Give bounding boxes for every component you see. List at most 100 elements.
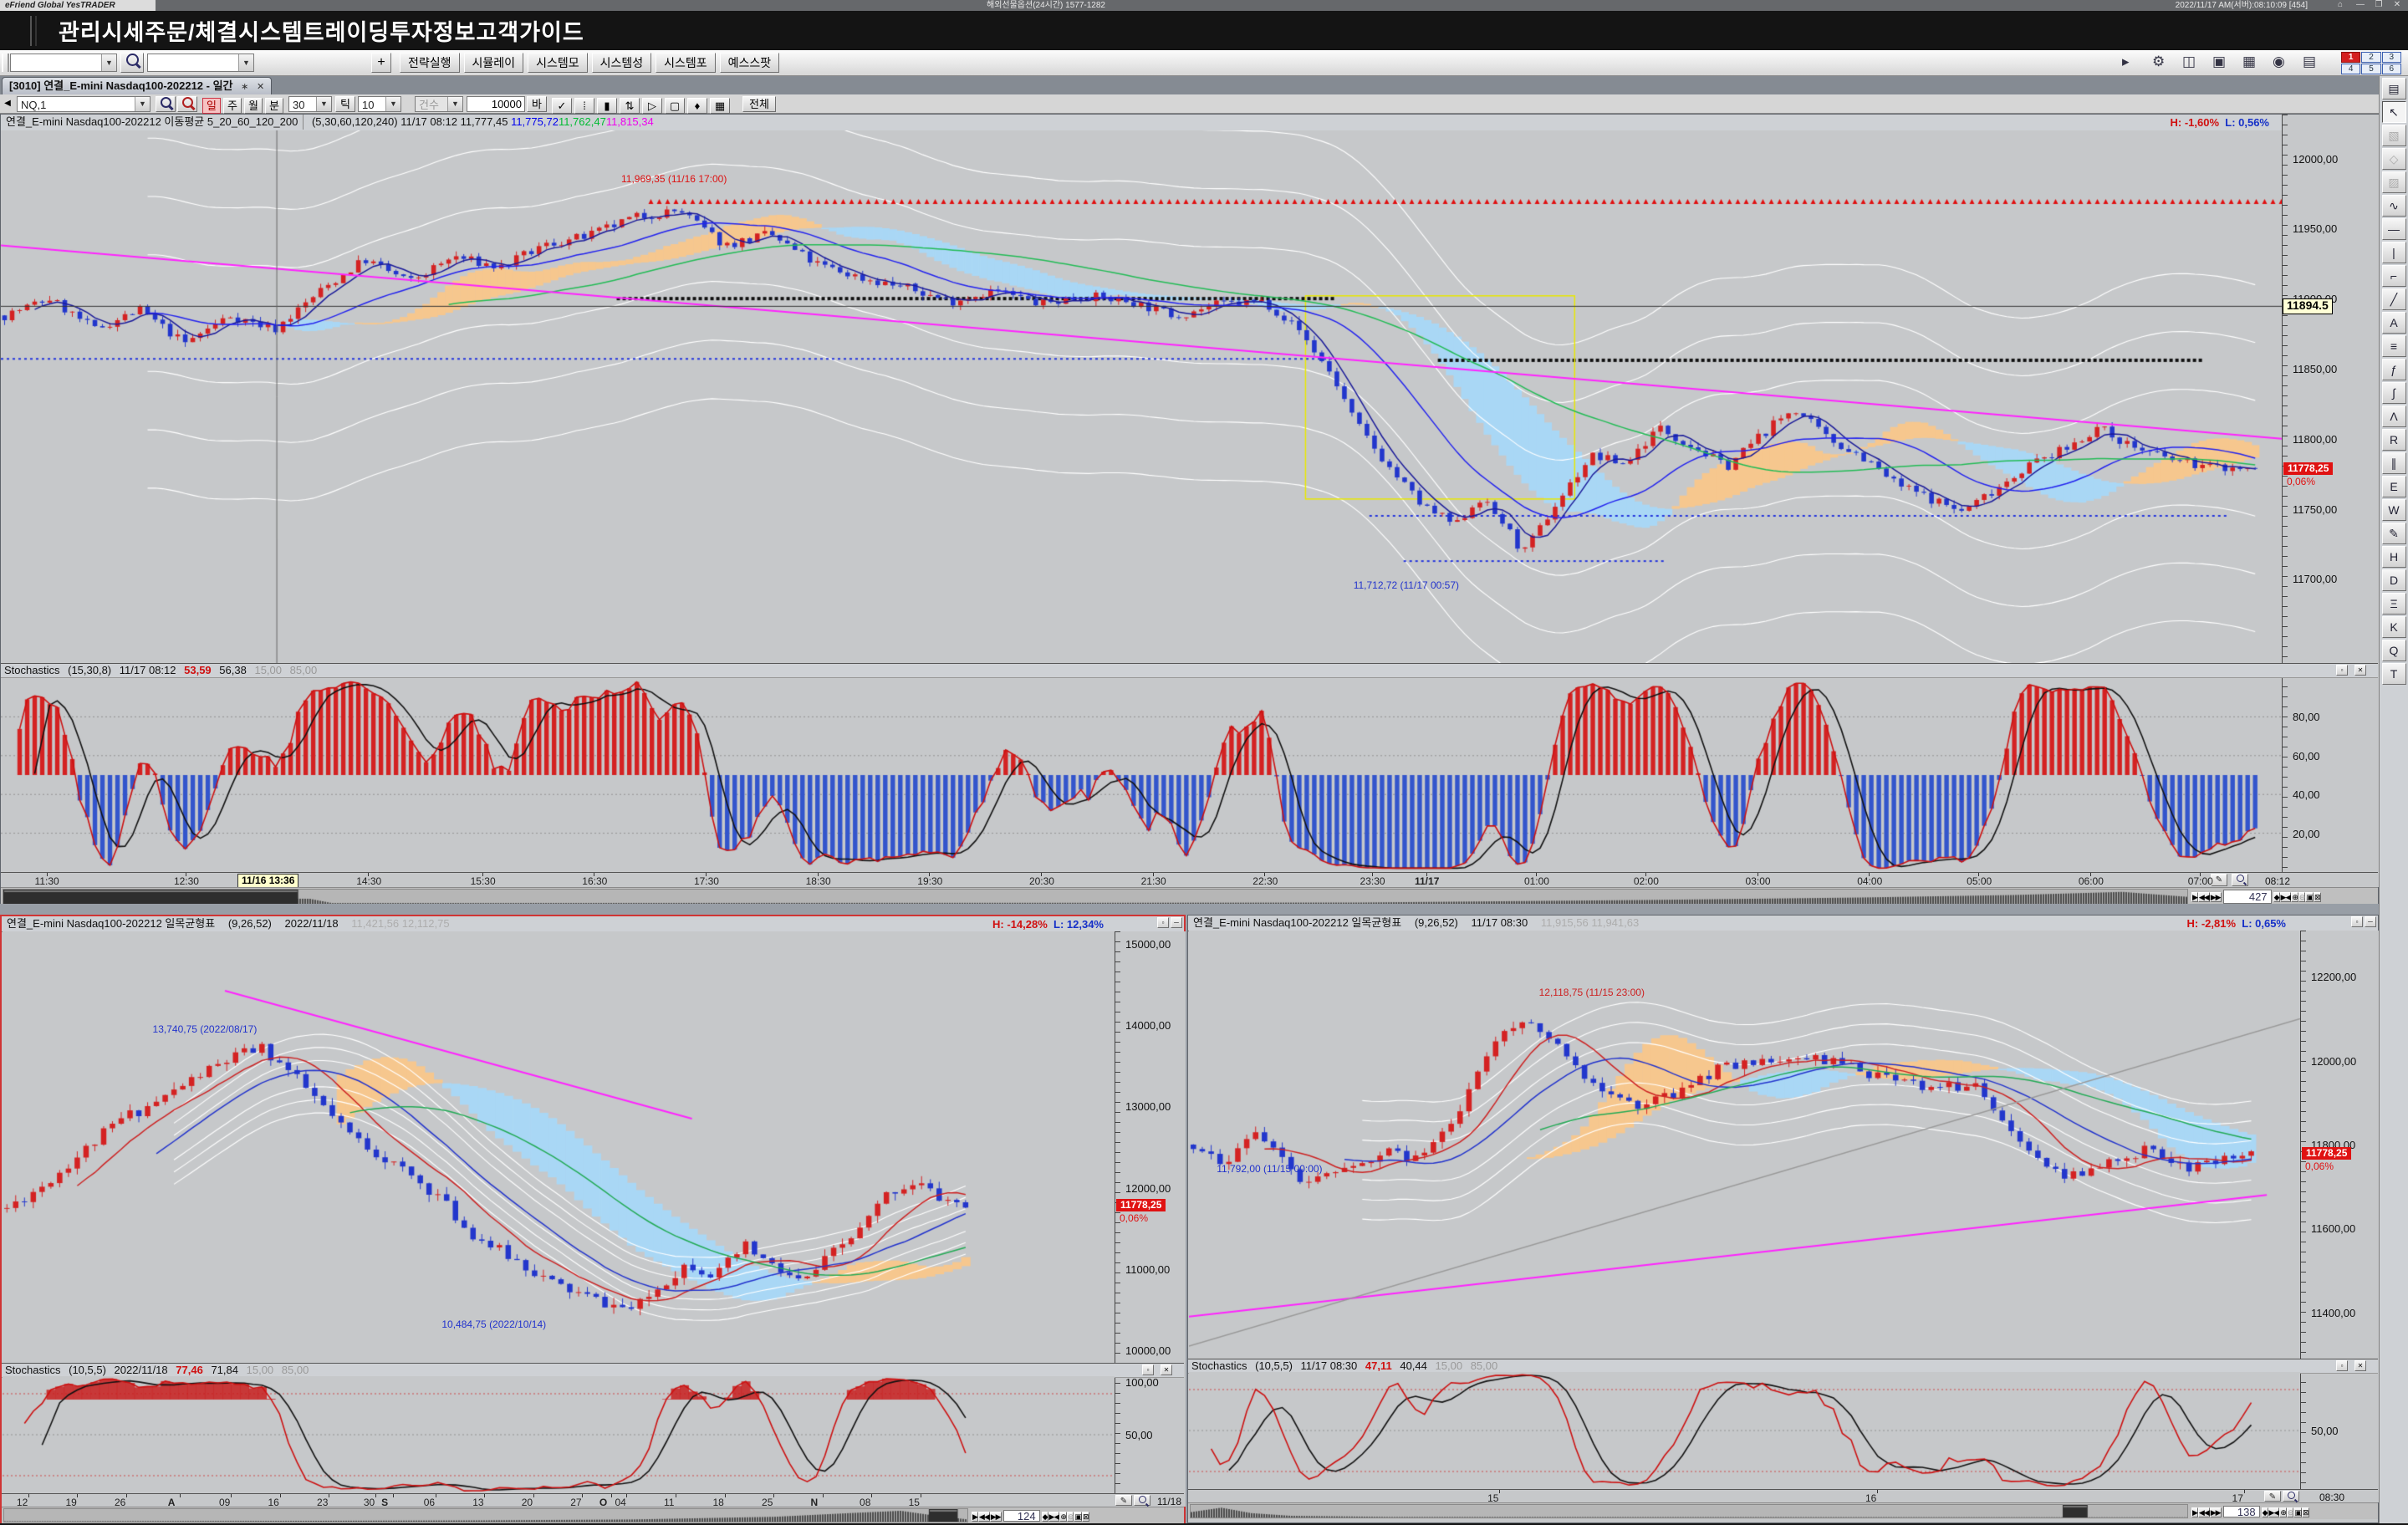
hourly-scrollbar[interactable] <box>1190 1504 2188 1518</box>
grid-view-icon[interactable]: ▦ <box>710 98 730 114</box>
layout-tiles-icon[interactable]: ▦ <box>2242 52 2268 74</box>
period-button[interactable]: 월 <box>244 98 263 114</box>
pane-restore-icon[interactable]: ▫ <box>2336 665 2348 676</box>
strategy-button[interactable]: 시스템성 <box>592 53 652 73</box>
screenshot-camera-icon[interactable]: ◉ <box>2273 52 2298 74</box>
period-button[interactable]: 일 <box>202 98 221 114</box>
hourly-stochastics-chart[interactable] <box>1189 1372 2300 1489</box>
pane-close-icon[interactable]: ✕ <box>2354 1360 2366 1371</box>
hourly-price-axis[interactable] <box>2300 931 2379 1502</box>
maximize-icon[interactable]: ▣ <box>2305 892 2314 902</box>
fibo-fan-icon[interactable]: ∫ <box>2382 382 2406 404</box>
account-info-icon[interactable]: ◫ <box>2182 52 2207 74</box>
demark-tool-icon[interactable]: D <box>2382 569 2406 591</box>
strategy-button[interactable]: 시뮬레이 <box>464 53 524 73</box>
line-settings-icon[interactable]: ✓ <box>552 98 572 114</box>
axis-zoom-button[interactable] <box>2232 874 2248 886</box>
volume-view-icon[interactable]: ▮ <box>597 98 617 114</box>
quote-box-icon[interactable]: Q <box>2382 640 2406 661</box>
expand-icon[interactable]: ▶◀ <box>2280 892 2292 902</box>
expand-icon[interactable]: ▶◀ <box>2268 1507 2280 1517</box>
pane-menu-icon[interactable]: ─ <box>1171 917 1182 928</box>
virtual-desktop-button[interactable]: 4 <box>2341 64 2360 74</box>
close-icon[interactable]: ✕ <box>2390 0 2405 11</box>
draw-mode-button[interactable]: ✎ <box>2211 874 2227 886</box>
chart-type-icon[interactable]: ▤ <box>2382 78 2406 99</box>
strategy-select[interactable]: ▼ <box>10 54 117 72</box>
collapse-arrow-icon[interactable]: ◀ <box>2 96 13 112</box>
menu-item[interactable]: 시스템트레이딩 <box>238 20 390 45</box>
hourly-price-chart[interactable] <box>1189 931 2300 1359</box>
main-stochastics-chart[interactable] <box>1 678 2282 872</box>
draw-mode-button[interactable]: ✎ <box>2264 1491 2281 1502</box>
restore-icon[interactable]: ❐ <box>2371 0 2386 11</box>
show-all-button[interactable]: 전체 <box>742 96 776 112</box>
strategy-button[interactable]: 예스스팟 <box>720 53 780 73</box>
daily-stochastics-chart[interactable] <box>3 1376 1115 1493</box>
menu-item[interactable]: 주문/체결 <box>145 20 238 45</box>
settings-gear-icon[interactable]: ⚙ <box>2152 52 2177 74</box>
horizontal-segment-icon[interactable]: — <box>2382 218 2406 240</box>
text-note-icon[interactable]: A <box>2382 312 2406 334</box>
pane-restore-icon[interactable]: ▫ <box>2336 1360 2348 1371</box>
bar-position-input[interactable] <box>2223 890 2272 904</box>
menu-item[interactable]: 고객가이드 <box>477 20 584 45</box>
minute-select[interactable]: 30▼ <box>288 96 332 112</box>
pane-restore-icon[interactable]: ▫ <box>2351 916 2363 927</box>
compress-icon[interactable]: ◆ <box>2262 1507 2268 1517</box>
main-scrollbar[interactable] <box>3 889 2188 905</box>
menu-item[interactable]: 관리 <box>59 20 102 45</box>
pane-menu-icon[interactable]: ─ <box>2365 916 2376 927</box>
strategy-button[interactable]: 시스템포 <box>656 53 716 73</box>
step-line-icon[interactable]: ⌐ <box>2382 265 2406 287</box>
forward-icon[interactable]: ▶▶ <box>2210 1507 2222 1517</box>
main-price-chart[interactable] <box>1 130 2282 663</box>
virtual-desktop-button[interactable]: 1 <box>2341 52 2360 63</box>
more-arrow-icon[interactable]: ▸ <box>2122 52 2147 74</box>
watch-select[interactable]: ▼ <box>147 54 254 72</box>
zoom-back-button[interactable] <box>177 96 197 112</box>
symbol-select[interactable]: NQ,1▼ <box>17 96 150 112</box>
pan-tool-icon[interactable]: ◇ <box>2382 148 2406 170</box>
vertical-segment-icon[interactable]: | <box>2382 242 2406 263</box>
zoom-search-button[interactable] <box>156 96 176 112</box>
axis-zoom-button[interactable] <box>1134 1495 1150 1506</box>
pane-close-icon[interactable]: ✕ <box>1161 1364 1172 1375</box>
zoom-in-icon[interactable]: ⊕ <box>2291 892 2298 902</box>
elliott-correction-icon[interactable]: W <box>2382 499 2406 521</box>
monitor-icon[interactable]: ▣ <box>2212 52 2237 74</box>
chart-window-tab[interactable]: [3010] 연결_E-mini Nasdaq100-202212 - 일간 ∗… <box>2 77 272 95</box>
bar-position-input[interactable] <box>1003 1510 1040 1522</box>
minimize-icon[interactable]: — <box>2353 0 2368 11</box>
daily-scrollbar[interactable] <box>3 1508 968 1522</box>
tick-select[interactable]: 10▼ <box>358 96 401 112</box>
zoom-in-icon[interactable]: ⊕ <box>2279 1507 2287 1517</box>
rewind-icon[interactable]: ◀◀ <box>978 1512 990 1522</box>
elliott-wave-icon[interactable]: E <box>2382 476 2406 497</box>
memo-tool-icon[interactable]: ▨ <box>2382 171 2406 193</box>
pane-restore-icon[interactable]: ▫ <box>1142 1364 1154 1375</box>
strategy-button[interactable]: 전략실행 <box>400 53 460 73</box>
period-button[interactable]: 분 <box>265 98 283 114</box>
tab-close-icon[interactable]: ✕ <box>257 82 264 92</box>
fibo-arc-icon[interactable]: Λ <box>2382 405 2406 427</box>
high-low-icon[interactable]: H <box>2382 546 2406 568</box>
add-button[interactable]: + <box>371 53 391 73</box>
close-pane-icon[interactable]: ⊠ <box>1082 1512 1089 1522</box>
sort-updown-icon[interactable]: ⇅ <box>620 98 640 114</box>
zoom-area-icon[interactable]: ▧ <box>2382 125 2406 146</box>
bar-position-input[interactable] <box>2223 1506 2260 1517</box>
daily-price-chart[interactable] <box>3 931 1115 1363</box>
compress-icon[interactable]: ◆ <box>1042 1512 1048 1522</box>
close-pane-icon[interactable]: ⊠ <box>2302 1507 2309 1517</box>
parallel-channel-icon[interactable]: ∥ <box>2382 452 2406 474</box>
menu-item[interactable]: 투자정보 <box>390 20 476 45</box>
maximize-icon[interactable]: ▣ <box>1074 1512 1082 1522</box>
tv-view-icon[interactable]: ▢ <box>665 98 685 114</box>
strategy-button[interactable]: 시스템모 <box>528 53 588 73</box>
pattern-tool-icon[interactable]: Ξ <box>2382 593 2406 615</box>
bar-count-input[interactable] <box>467 96 525 112</box>
cursor-tool-icon[interactable]: ↖ <box>2382 101 2406 123</box>
rewind-icon[interactable]: ◀◀ <box>2198 1507 2210 1517</box>
pane-restore-icon[interactable]: ▫ <box>1157 917 1169 928</box>
